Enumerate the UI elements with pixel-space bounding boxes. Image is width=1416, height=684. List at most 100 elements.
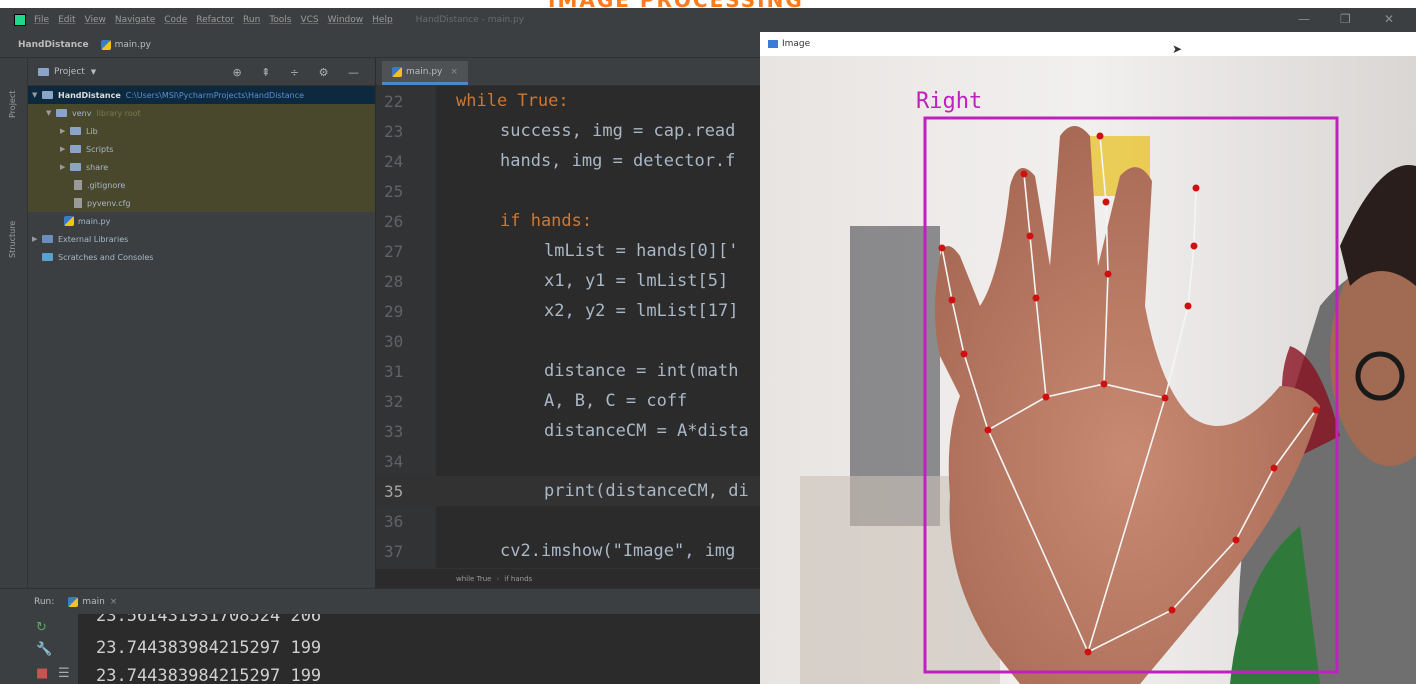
menu-edit[interactable]: Edit [58, 15, 75, 25]
tree-item-main-py[interactable]: main.py [28, 212, 375, 230]
landmark-point [1032, 294, 1040, 302]
chevron-right-icon[interactable]: ▶ [60, 145, 70, 153]
crumb-separator: › [496, 574, 500, 583]
code-line-current: 35 print(distanceCM, di [376, 476, 760, 506]
tree-item-scratches[interactable]: Scratches and Consoles [28, 248, 375, 266]
code-line: 25 [376, 176, 760, 206]
tree-item-label: External Libraries [58, 234, 129, 244]
landmark-point [1042, 393, 1050, 401]
run-console[interactable]: 23.561431931708524 206 23.74438398421529… [78, 614, 760, 684]
landmark-point [1312, 406, 1320, 414]
landmark-point [1232, 536, 1240, 544]
stop-icon[interactable]: ■ [36, 666, 48, 681]
tree-item-scripts[interactable]: ▶ Scripts [28, 140, 375, 158]
close-tab-icon[interactable]: × [450, 67, 458, 77]
project-tool-tab[interactable]: Project [8, 91, 17, 118]
line-number: 26 [384, 211, 404, 231]
menu-run[interactable]: Run [243, 15, 260, 25]
project-tree: ▼ HandDistance C:\Users\MSI\PycharmProje… [28, 86, 375, 266]
line-number: 28 [384, 271, 404, 291]
code-text: lmList = hands[0][' [544, 241, 739, 261]
editor-breadcrumb: while True › if hands [376, 568, 760, 588]
tab-label: main.py [406, 66, 443, 77]
restore-icon[interactable]: ❐ [1340, 12, 1351, 26]
console-output-line: 23.744383984215297 199 [96, 666, 322, 684]
line-number: 24 [384, 151, 404, 171]
tree-item-venv[interactable]: ▼ venv library root [28, 104, 375, 122]
close-tab-icon[interactable]: × [110, 597, 118, 607]
chevron-down-icon[interactable]: ▼ [32, 91, 42, 99]
tree-item-share[interactable]: ▶ share [28, 158, 375, 176]
rerun-icon[interactable]: ↻ [36, 620, 47, 635]
left-tool-strip: Project Structure [0, 58, 28, 588]
image-window-titlebar[interactable]: Image ➤ [760, 32, 1416, 56]
line-number: 30 [384, 331, 404, 351]
tab-main-py[interactable]: main.py × [382, 61, 468, 85]
tree-item-label: Scratches and Consoles [58, 252, 154, 262]
menu-help[interactable]: Help [372, 15, 393, 25]
watermark-text: IMAGE PROCESSING [548, 0, 804, 8]
code-line: 24 hands, img = detector.f [376, 146, 760, 176]
code-text: distance = int(math [544, 361, 739, 381]
project-view-selector[interactable]: Project [54, 67, 85, 77]
menu-code[interactable]: Code [164, 15, 187, 25]
landmark-point [1190, 242, 1198, 250]
line-number: 34 [384, 451, 404, 471]
code-line: 22 while True: [376, 86, 760, 116]
file-icon [74, 180, 82, 190]
chevron-right-icon[interactable]: ▶ [32, 235, 42, 243]
breadcrumb-file[interactable]: main.py [115, 40, 151, 50]
landmark-point [938, 244, 946, 252]
landmark-point [1161, 394, 1169, 402]
webcam-frame: Right [760, 56, 1416, 684]
soft-wrap-icon[interactable]: ☰ [58, 666, 70, 681]
menu-file[interactable]: File [34, 15, 49, 25]
breadcrumb-project[interactable]: HandDistance [18, 40, 89, 50]
code-line: 29 x2, y2 = lmList[17] [376, 296, 760, 326]
menu-vcs[interactable]: VCS [300, 15, 318, 25]
chevron-down-icon[interactable]: ▼ [91, 68, 96, 76]
wrench-icon[interactable]: 🔧 [36, 642, 52, 657]
landmark-point [1020, 170, 1028, 178]
tree-item-external-libraries[interactable]: ▶ External Libraries [28, 230, 375, 248]
landmark-point [1096, 132, 1104, 140]
menu-window[interactable]: Window [328, 15, 364, 25]
menu-view[interactable]: View [85, 15, 106, 25]
code-line: 34 [376, 446, 760, 476]
project-panel-toolbar[interactable]: ⊕ ⇞ ÷ ⚙ — [233, 66, 368, 79]
project-panel-header: Project ▼ ⊕ ⇞ ÷ ⚙ — [28, 58, 375, 86]
tree-item-lib[interactable]: ▶ Lib [28, 122, 375, 140]
run-config-tab[interactable]: main [82, 597, 105, 607]
code-text: if hands: [500, 211, 593, 231]
console-output-line: 23.561431931708524 206 [96, 614, 322, 626]
folder-icon [56, 109, 67, 117]
chevron-right-icon[interactable]: ▶ [60, 163, 70, 171]
line-number: 36 [384, 511, 404, 531]
code-area[interactable]: 22 while True: 23 success, img = cap.rea… [376, 86, 760, 568]
line-number: 35 [384, 481, 404, 501]
minimize-icon[interactable]: — [1298, 12, 1310, 26]
tree-item-label: Lib [86, 126, 98, 136]
editor-crumb-item[interactable]: while True [456, 575, 491, 583]
close-icon[interactable]: ✕ [1384, 12, 1394, 26]
tree-item-gitignore[interactable]: .gitignore [28, 176, 375, 194]
landmark-point [1270, 464, 1278, 472]
run-toolbar: ↻ 🔧 ■ ☰ [0, 614, 78, 684]
editor-crumb-item[interactable]: if hands [504, 575, 532, 583]
menu-navigate[interactable]: Navigate [115, 15, 155, 25]
structure-tool-tab[interactable]: Structure [8, 221, 17, 258]
tree-root-handdistance[interactable]: ▼ HandDistance C:\Users\MSI\PycharmProje… [28, 86, 375, 104]
python-file-icon [64, 216, 74, 226]
console-output-line: 23.744383984215297 199 [96, 638, 322, 658]
code-text: print(distanceCM, di [544, 481, 749, 501]
tree-item-pyvenv[interactable]: pyvenv.cfg [28, 194, 375, 212]
menu-refactor[interactable]: Refactor [196, 15, 234, 25]
chevron-down-icon[interactable]: ▼ [46, 109, 56, 117]
top-strip: IMAGE PROCESSING [0, 0, 1416, 8]
pycharm-app-icon [14, 14, 26, 26]
landmark-point [1026, 232, 1034, 240]
menu-tools[interactable]: Tools [269, 15, 291, 25]
chevron-right-icon[interactable]: ▶ [60, 127, 70, 135]
editor-tab-bar: main.py × [376, 58, 760, 86]
image-window-title: Image [782, 39, 811, 49]
